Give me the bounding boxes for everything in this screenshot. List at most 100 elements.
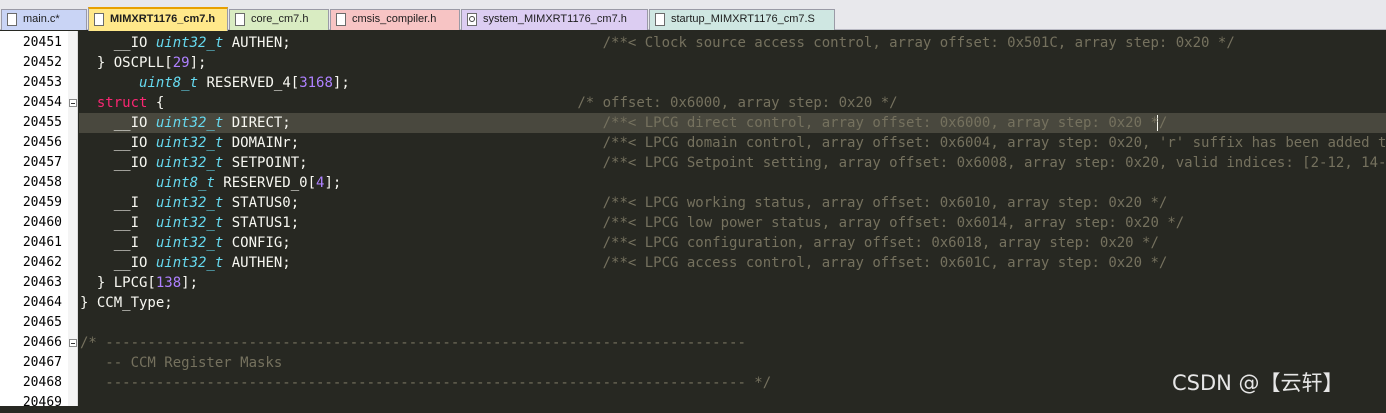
code-text: DOMAINr; (223, 135, 603, 151)
code-text: __IO (80, 35, 156, 51)
code-text: STATUS1; (223, 215, 603, 231)
line-number: 20467 (22, 355, 62, 370)
code-text: __IO (80, 135, 156, 151)
line-number: 20452 (22, 55, 62, 70)
code-comment: /**< LPCG direct control, array offset: … (602, 115, 1168, 131)
code-line[interactable]: __IO uint32_t DOMAINr; /**< LPCG domain … (80, 133, 1386, 153)
code-comment: /* offset: 0x6000, array step: 0x20 */ (577, 95, 898, 111)
code-text: __I (80, 195, 156, 211)
code-text: AUTHEN; (223, 255, 603, 271)
code-comment: /**< LPCG low power status, array offset… (602, 215, 1185, 231)
code-text: CONFIG; (223, 235, 603, 251)
code-type: uint32_t (155, 215, 224, 231)
code-text: __IO (80, 255, 156, 271)
code-text: } CCM_Type; (80, 295, 173, 311)
tab-label: cmsis_compiler.h (352, 13, 437, 25)
line-number: 20454 (22, 95, 62, 110)
line-number: 20463 (22, 275, 62, 290)
line-number: 20458 (22, 175, 62, 190)
header-file-icon (235, 13, 245, 26)
code-comment: ----------------------------------------… (80, 375, 772, 391)
line-number: 20466 (22, 335, 62, 350)
code-text: ]; (332, 75, 350, 91)
code-text: ]; (181, 275, 199, 291)
code-type: uint8_t (155, 175, 215, 191)
code-number: 3168 (299, 75, 333, 91)
code-line[interactable]: __IO uint32_t AUTHEN; /**< Clock source … (80, 33, 1235, 53)
line-number: 20461 (22, 235, 62, 250)
code-type: uint32_t (155, 35, 224, 51)
tab-system-mimxrt1176-cm7-h[interactable]: system_MIMXRT1176_cm7.h (461, 9, 648, 30)
code-text: ]; (324, 175, 342, 191)
code-keyword: struct (96, 95, 148, 111)
code-line[interactable]: } LPCG[138]; (80, 273, 198, 293)
tab-cmsis-compiler-h[interactable]: cmsis_compiler.h (330, 9, 460, 30)
header-file-icon (94, 13, 104, 26)
code-text: RESERVED_4[ (198, 75, 300, 91)
tab-startup-mimxrt1176-cm7-s[interactable]: startup_MIMXRT1176_cm7.S (649, 9, 835, 30)
line-number-gutter: 20451 20452 20453 20454 20455 20456 20457 20458… (0, 31, 68, 410)
code-line[interactable]: __I uint32_t STATUS1; /**< LPCG low powe… (80, 213, 1184, 233)
code-line[interactable]: __I uint32_t STATUS0; /**< LPCG working … (80, 193, 1168, 213)
line-number: 20469 (22, 395, 62, 410)
code-text: __I (80, 235, 156, 251)
line-number: 20462 (22, 255, 62, 270)
line-number: 20464 (22, 295, 62, 310)
tab-core-cm7-h[interactable]: core_cm7.h (229, 9, 329, 30)
line-number: 20455 (22, 115, 62, 130)
code-text: SETPOINT; (223, 155, 603, 171)
tab-label: core_cm7.h (251, 13, 309, 25)
line-number: 20465 (22, 315, 62, 330)
code-text: } LPCG[ (80, 275, 156, 291)
line-number: 20459 (22, 195, 62, 210)
code-line[interactable]: struct { /* offset: 0x6000, array step: … (80, 93, 898, 113)
code-number: 138 (155, 275, 182, 291)
code-comment: /**< Clock source access control, array … (602, 35, 1235, 51)
code-text: } OSCPLL[ (80, 55, 173, 71)
code-line[interactable]: __IO uint32_t SETPOINT; /**< LPCG Setpoi… (80, 153, 1386, 173)
code-text: RESERVED_0[ (214, 175, 317, 191)
code-text: __IO (80, 155, 156, 171)
watermark: CSDN @【云轩】 (1172, 371, 1344, 395)
code-line[interactable]: ----------------------------------------… (80, 373, 771, 393)
code-comment: /* -------------------------------------… (80, 335, 746, 351)
tab-label: MIMXRT1176_cm7.h (110, 13, 216, 25)
code-text: __I (80, 215, 156, 231)
code-text: STATUS0; (223, 195, 603, 211)
fold-margin (68, 31, 78, 406)
code-text: { (147, 95, 578, 111)
tab-label: system_MIMXRT1176_cm7.h (483, 13, 627, 25)
tab-label: startup_MIMXRT1176_cm7.S (671, 13, 815, 25)
code-comment: /**< LPCG configuration, array offset: 0… (602, 235, 1159, 251)
code-line[interactable]: __IO uint32_t DIRECT; /**< LPCG direct c… (80, 113, 1168, 133)
code-number: 29 (172, 55, 190, 71)
line-number: 20468 (22, 375, 62, 390)
code-editor[interactable]: __IO uint32_t AUTHEN; /**< Clock source … (79, 31, 1386, 406)
asm-file-icon (655, 13, 665, 26)
code-type: uint32_t (155, 115, 224, 131)
code-line[interactable]: -- CCM Register Masks (80, 353, 282, 373)
code-comment: /**< LPCG working status, array offset: … (602, 195, 1168, 211)
code-line[interactable]: uint8_t RESERVED_4[3168]; (80, 73, 350, 93)
code-type: uint32_t (155, 255, 224, 271)
code-line[interactable]: __IO uint32_t AUTHEN; /**< LPCG access c… (80, 253, 1168, 273)
code-type: uint32_t (155, 155, 224, 171)
editor-tab-bar: main.c* MIMXRT1176_cm7.h core_cm7.h cmsis_c… (0, 0, 1386, 31)
tab-main-c[interactable]: main.c* (1, 9, 87, 30)
code-line[interactable]: __I uint32_t CONFIG; /**< LPCG configura… (80, 233, 1159, 253)
tab-mimxrt1176-cm7-h[interactable]: MIMXRT1176_cm7.h (88, 7, 228, 31)
line-number: 20460 (22, 215, 62, 230)
code-text: __IO (80, 115, 156, 131)
code-line[interactable]: } OSCPLL[29]; (80, 53, 207, 73)
code-comment: /**< LPCG access control, array offset: … (602, 255, 1168, 271)
code-line[interactable]: } CCM_Type; (80, 293, 173, 313)
fold-toggle-icon[interactable] (69, 99, 77, 107)
line-number: 20451 (22, 35, 62, 50)
code-type: uint32_t (155, 195, 224, 211)
fold-toggle-icon[interactable] (69, 339, 77, 347)
code-line[interactable]: uint8_t RESERVED_0[4]; (80, 173, 341, 193)
code-line[interactable]: /* -------------------------------------… (80, 333, 746, 353)
